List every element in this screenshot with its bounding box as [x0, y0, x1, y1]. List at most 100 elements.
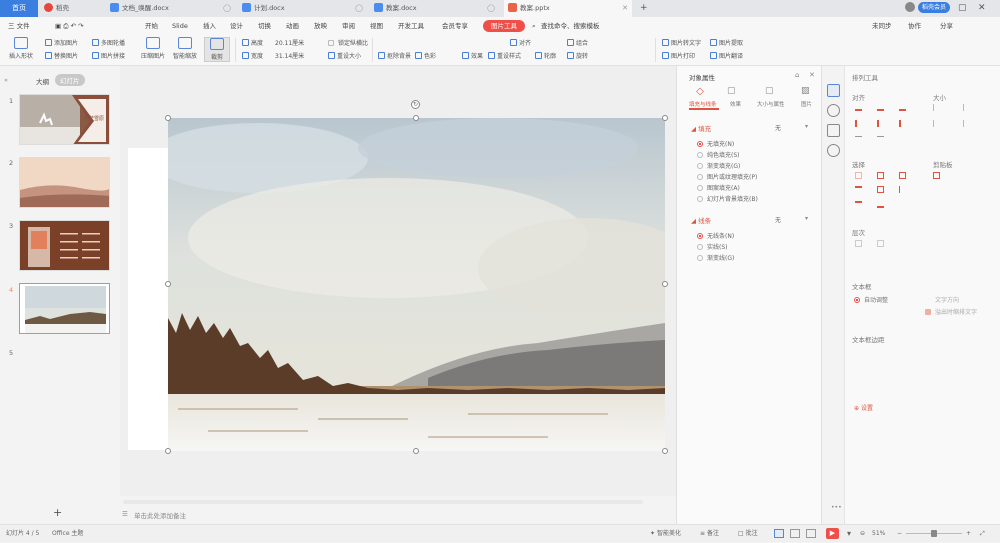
shrink-option[interactable]: 溢出时缩排文字: [925, 307, 977, 316]
rotate-button[interactable]: 旋转: [567, 52, 588, 61]
slideshow-options-icon[interactable]: ▾: [847, 525, 851, 543]
same-width-icon[interactable]: [933, 104, 940, 111]
close-panel-icon[interactable]: ✕: [809, 71, 815, 79]
fill-option-background[interactable]: 幻灯片背景填充(B): [697, 194, 758, 203]
reset-size-button[interactable]: 重设大小: [328, 52, 361, 61]
fill-option-pattern[interactable]: 图案填充(A): [697, 183, 740, 192]
size-tab-icon[interactable]: ▢: [765, 86, 774, 96]
color-button[interactable]: 色彩: [415, 52, 436, 61]
reading-view-icon[interactable]: [806, 529, 816, 538]
tab-size-property[interactable]: 大小与属性: [757, 100, 785, 108]
menu-insert[interactable]: 插入: [203, 17, 216, 35]
fill-option-picture[interactable]: 图片或纹理填充(P): [697, 172, 757, 181]
zoom-minus-icon[interactable]: −: [897, 525, 902, 543]
normal-view-icon[interactable]: [774, 529, 784, 538]
resize-handle[interactable]: [413, 448, 419, 454]
layer-up-icon[interactable]: [855, 240, 862, 247]
star-icon[interactable]: [827, 104, 840, 117]
chevron-down-icon[interactable]: ▾: [805, 215, 808, 222]
fit-size-icon[interactable]: [963, 120, 970, 127]
line-option-gradient[interactable]: 渐变线(G): [697, 253, 734, 262]
add-slide-button[interactable]: +: [53, 506, 62, 519]
effects-tab-icon[interactable]: ▢: [727, 86, 736, 96]
carousel-button[interactable]: 多图轮播: [92, 39, 125, 48]
smart-scale-button[interactable]: 智能缩放: [172, 37, 198, 60]
resize-handle[interactable]: [662, 448, 668, 454]
zoom-plus-icon[interactable]: +: [966, 525, 971, 543]
sorter-view-icon[interactable]: [790, 529, 800, 538]
file-menu[interactable]: 三 文件: [8, 17, 30, 35]
resize-handle[interactable]: [165, 281, 171, 287]
align-left-icon[interactable]: [855, 104, 862, 111]
outline-button[interactable]: 轮廓: [535, 52, 556, 61]
menu-developer[interactable]: 开发工具: [398, 17, 424, 35]
pin-icon[interactable]: ⌂: [795, 71, 799, 79]
picture-translate-button[interactable]: 图片翻译: [710, 52, 743, 61]
reset-style-button[interactable]: 重设样式: [488, 52, 521, 61]
fit-window-icon[interactable]: ⤢: [980, 525, 985, 543]
select-icon[interactable]: [855, 172, 862, 179]
command-search[interactable]: 查找命令、搜索模板: [541, 17, 600, 35]
flip-v-icon[interactable]: [877, 201, 884, 208]
maximize-icon[interactable]: ▢: [958, 0, 967, 17]
slide-thumbnail-3[interactable]: [19, 220, 110, 271]
collaborate-button[interactable]: 协作: [908, 17, 921, 35]
notes-placeholder[interactable]: 单击此处添加备注: [134, 510, 186, 520]
selected-picture[interactable]: [168, 118, 665, 451]
menu-review[interactable]: 审阅: [342, 17, 355, 35]
play-icon[interactable]: [899, 186, 906, 193]
tab-doc-2[interactable]: 计划.docx ◯: [242, 0, 367, 17]
share-button[interactable]: 分享: [940, 17, 953, 35]
menu-design[interactable]: 设计: [230, 17, 243, 35]
picture-extract-button[interactable]: 图片提取: [710, 39, 743, 48]
play-slideshow-icon[interactable]: ▶: [826, 528, 839, 539]
distribute-h-icon[interactable]: [855, 136, 862, 143]
effects-button[interactable]: 效果: [462, 52, 483, 61]
line-section-title[interactable]: ◢ 线条: [691, 215, 711, 225]
arrange-tool-icon[interactable]: [827, 84, 840, 97]
select-same-icon[interactable]: [877, 172, 884, 179]
resize-handle[interactable]: [165, 115, 171, 121]
more-icon[interactable]: •••: [831, 504, 842, 511]
rotate-handle-icon[interactable]: ↻: [411, 100, 420, 109]
tab-outline[interactable]: 大纲: [36, 76, 49, 86]
select-pane-icon[interactable]: [899, 172, 906, 179]
align-bottom-icon[interactable]: [899, 120, 906, 127]
member-badge[interactable]: 稻壳会员: [918, 2, 951, 13]
zoom-out-icon[interactable]: ⊖: [860, 525, 865, 543]
menu-view[interactable]: 视图: [370, 17, 383, 35]
tab-close-icon[interactable]: ◯: [355, 0, 363, 17]
slide-thumbnail-4[interactable]: [19, 283, 110, 334]
fill-option-gradient[interactable]: 渐变填充(G): [697, 161, 740, 170]
picture-to-text-button[interactable]: 图片转文字: [662, 39, 701, 48]
tab-pptx-active[interactable]: 教案.pptx ✕: [504, 0, 632, 17]
notes-toggle-button[interactable]: ≡ 备注: [700, 525, 719, 543]
bring-forward-icon[interactable]: [855, 186, 862, 193]
remove-background-button[interactable]: 抠除背景: [378, 52, 411, 61]
resize-handle[interactable]: [662, 115, 668, 121]
height-input[interactable]: 20.11厘米: [275, 39, 304, 48]
group-button[interactable]: 组合: [567, 39, 588, 48]
collapse-icon[interactable]: «: [4, 76, 8, 84]
horizontal-scrollbar[interactable]: [123, 500, 643, 504]
home-tab[interactable]: 首页: [0, 0, 38, 17]
distribute-v-icon[interactable]: [877, 136, 884, 143]
compress-picture-button[interactable]: 压缩图片: [140, 37, 166, 60]
avatar[interactable]: [905, 2, 915, 12]
align-right-icon[interactable]: [899, 104, 906, 111]
lock-ratio-checkbox[interactable]: 锁定纵横比: [328, 39, 368, 48]
tab-docer[interactable]: 稻壳: [44, 0, 106, 17]
slide-thumbnail-1[interactable]: 茫茫雪原: [19, 94, 110, 145]
flip-icon[interactable]: [855, 201, 862, 208]
width-input[interactable]: 31.14厘米: [275, 52, 304, 61]
layer-down-icon[interactable]: [877, 240, 884, 247]
same-size-icon[interactable]: [933, 120, 940, 127]
menu-slideshow[interactable]: 放映: [314, 17, 327, 35]
send-back-icon[interactable]: [877, 186, 884, 193]
menu-start[interactable]: 开始: [145, 17, 158, 35]
menu-transition[interactable]: 切换: [258, 17, 271, 35]
picture-tab-icon[interactable]: ▨: [801, 86, 810, 96]
line-option-none[interactable]: 无线条(N): [697, 231, 734, 240]
resize-handle[interactable]: [662, 281, 668, 287]
slide-thumbnail-2[interactable]: [19, 157, 110, 208]
